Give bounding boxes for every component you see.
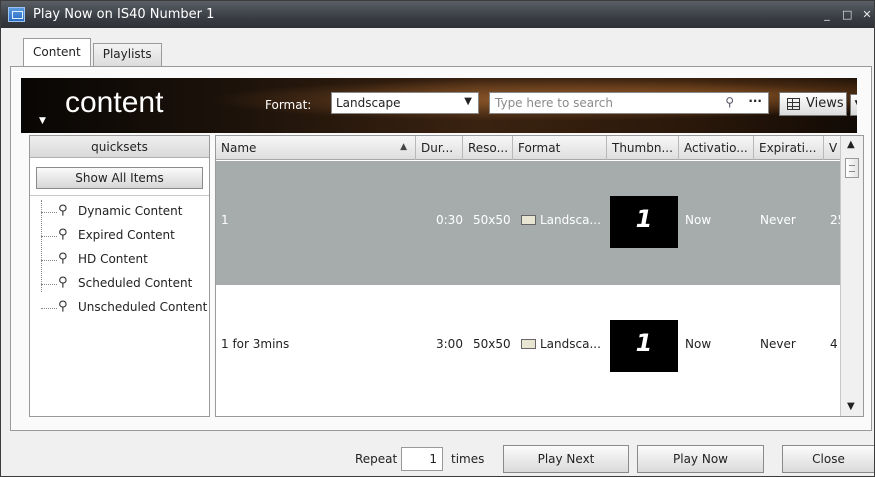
quickset-label: HD Content [78, 252, 148, 266]
grid-header: Name ▲ Dur... Reso... Format Thumbn... A… [216, 136, 841, 160]
cell-duration: 3:00 [436, 337, 463, 351]
app-icon [8, 7, 25, 22]
quickset-scheduled-content[interactable]: ⚲ Scheduled Content [30, 272, 209, 296]
tab-playlists[interactable]: Playlists [92, 43, 162, 66]
table-row[interactable]: 1 0:30 50x50 Landsca... 1 Now Never 25 [216, 161, 845, 285]
dialog-footer: Repeat 1 times Play Next Play Now Close [1, 439, 874, 477]
thumbnail-image: 1 [610, 196, 678, 248]
column-header-thumbnail[interactable]: Thumbn... [607, 136, 679, 160]
cell-expiration: Never [760, 213, 796, 227]
content-grid: Name ▲ Dur... Reso... Format Thumbn... A… [215, 135, 864, 417]
close-icon[interactable]: ✕ [862, 8, 872, 21]
column-header-expiration[interactable]: Expirati... [754, 136, 824, 160]
quickset-dynamic-content[interactable]: ⚲ Dynamic Content [30, 200, 209, 224]
landscape-format-icon [521, 339, 536, 349]
cell-expiration: Never [760, 337, 796, 351]
views-dropdown-button[interactable]: ▼ [850, 94, 857, 116]
search-placeholder: Type here to search [495, 96, 613, 110]
cell-activation: Now [685, 337, 712, 351]
close-button[interactable]: Close [782, 445, 874, 473]
landscape-format-icon [521, 215, 536, 225]
play-now-window: Play Now on IS40 Number 1 _ □ ✕ Content … [0, 0, 875, 477]
cell-format: Landsca... [521, 337, 601, 351]
play-now-button[interactable]: Play Now [637, 445, 764, 473]
column-header-activation[interactable]: Activatio... [679, 136, 754, 160]
quickset-list: ⚲ Dynamic Content ⚲ Expired Content ⚲ HD… [30, 196, 209, 320]
cell-name: 1 [221, 213, 229, 227]
format-select-value: Landscape [336, 96, 401, 110]
search-icon: ⚲ [58, 251, 68, 266]
cell-resolution: 50x50 [473, 213, 511, 227]
tab-strip: Content Playlists [23, 38, 164, 66]
content-banner: content ▼ Format: Landscape ▼ Type here … [21, 78, 857, 133]
banner-menu-arrow-icon[interactable]: ▼ [39, 116, 46, 126]
scroll-down-icon[interactable]: ▼ [847, 401, 855, 412]
scrollbar-thumb[interactable] [845, 158, 859, 178]
quickset-label: Expired Content [78, 228, 175, 242]
quickset-label: Unscheduled Content [78, 300, 208, 314]
quicksets-header: quicksets [30, 136, 209, 158]
vertical-scrollbar[interactable]: ▲ ▼ [840, 136, 863, 416]
quicksets-panel: quicksets Show All Items ⚲ Dynamic Conte… [29, 135, 210, 417]
title-bar[interactable]: Play Now on IS40 Number 1 _ □ ✕ [1, 1, 874, 28]
table-row[interactable]: 1 for 3mins 3:00 50x50 Landsca... 1 Now … [216, 285, 841, 409]
tab-content[interactable]: Content [23, 38, 91, 66]
format-label: Format: [265, 98, 312, 112]
grid-view-icon [787, 98, 800, 110]
column-header-v[interactable]: V [824, 136, 841, 160]
scroll-up-icon[interactable]: ▲ [847, 139, 855, 150]
format-select[interactable]: Landscape ▼ [331, 92, 479, 114]
search-icon: ⚲ [58, 299, 68, 314]
cell-duration: 0:30 [436, 213, 463, 227]
search-icon: ⚲ [58, 203, 68, 218]
column-header-duration[interactable]: Dur... [416, 136, 463, 160]
views-button[interactable]: Views [779, 92, 847, 116]
cell-v: 4 [830, 337, 838, 351]
cell-activation: Now [685, 213, 712, 227]
quickset-unscheduled-content[interactable]: ⚲ Unscheduled Content [30, 296, 209, 320]
window-title: Play Now on IS40 Number 1 [33, 7, 215, 22]
quickset-expired-content[interactable]: ⚲ Expired Content [30, 224, 209, 248]
quickset-label: Scheduled Content [78, 276, 193, 290]
cell-resolution: 50x50 [473, 337, 511, 351]
sort-ascending-icon: ▲ [400, 142, 407, 152]
search-icon: ⚲ [58, 275, 68, 290]
thumbnail-image: 1 [610, 320, 678, 372]
search-icon[interactable]: ⚲ [725, 95, 734, 109]
times-label: times [451, 452, 485, 466]
cell-name: 1 for 3mins [221, 337, 290, 351]
search-input[interactable]: Type here to search ⚲ ··· [489, 92, 769, 114]
play-next-button[interactable]: Play Next [503, 445, 629, 473]
more-options-button[interactable]: ··· [748, 94, 762, 108]
chevron-down-icon: ▼ [855, 99, 857, 109]
show-all-items-button[interactable]: Show All Items [36, 167, 203, 189]
repeat-label: Repeat [355, 452, 398, 466]
views-label: Views [806, 96, 844, 111]
minimize-icon[interactable]: _ [822, 8, 832, 21]
quickset-label: Dynamic Content [78, 204, 183, 218]
quickset-hd-content[interactable]: ⚲ HD Content [30, 248, 209, 272]
column-header-format[interactable]: Format [513, 136, 607, 160]
repeat-count-input[interactable]: 1 [401, 447, 443, 471]
search-icon: ⚲ [58, 227, 68, 242]
cell-format: Landsca... [521, 213, 601, 227]
banner-title: content [65, 86, 164, 119]
maximize-icon[interactable]: □ [842, 8, 852, 21]
window-controls: _ □ ✕ [822, 1, 874, 28]
column-header-resolution[interactable]: Reso... [463, 136, 513, 160]
chevron-down-icon: ▼ [464, 96, 472, 107]
column-header-name[interactable]: Name ▲ [216, 136, 416, 160]
